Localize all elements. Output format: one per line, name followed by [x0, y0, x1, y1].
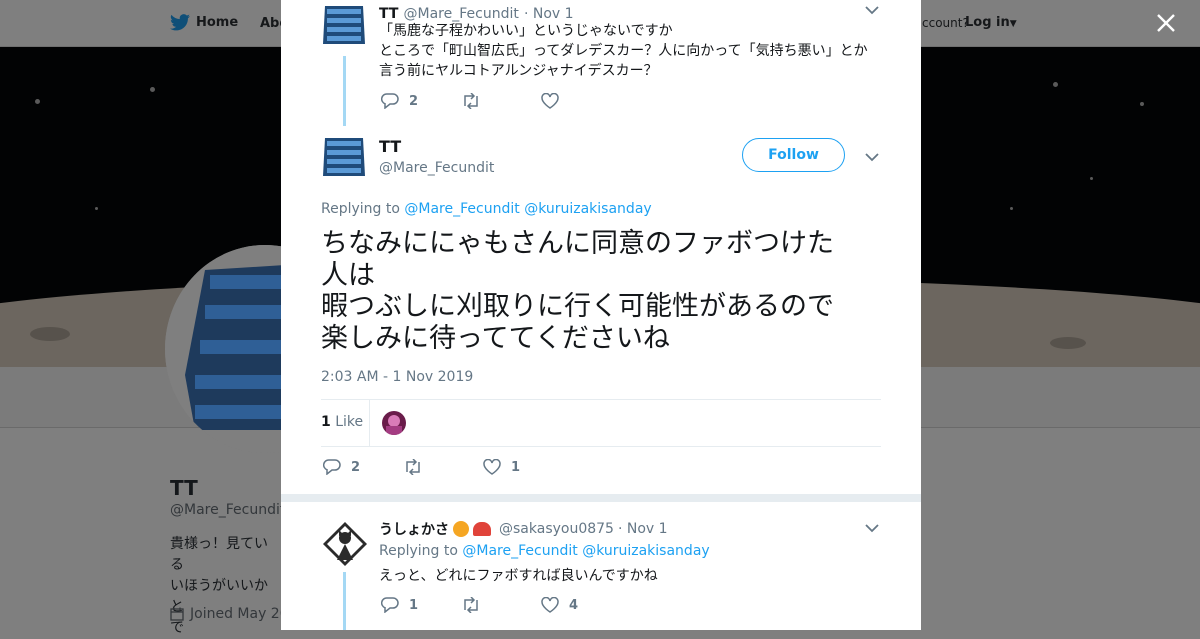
tweet-text: えっと、どれにファボすれば良いんですかね: [379, 568, 658, 584]
like-button[interactable]: [541, 93, 559, 109]
tweet-line: ちなみににゃもさんに同意のファボつけた: [321, 228, 834, 259]
heart-icon: [483, 459, 501, 475]
joined-label: Joined May 20: [190, 606, 289, 622]
avatar[interactable]: [321, 134, 367, 180]
retweet-icon: [406, 459, 420, 475]
mention-link[interactable]: @Mare_Fecundit: [404, 201, 519, 217]
likes-stat[interactable]: 1 Like: [321, 414, 363, 430]
author-name[interactable]: TT: [379, 6, 398, 22]
replying-to: Replying to @Mare_Fecundit @kuruizakisan…: [321, 201, 652, 217]
author-name[interactable]: うしょかさ: [379, 519, 449, 539]
like-count: 1: [511, 459, 521, 475]
divider: [321, 399, 881, 400]
divider: [321, 446, 881, 447]
author-handle[interactable]: @sakasyou0875: [499, 521, 614, 537]
tweet-header: TT @Mare_Fecundit · Nov 1: [379, 3, 574, 22]
reply-count: 2: [409, 93, 419, 109]
tweet-line: 暇つぶしに刈取りに行く可能性があるので: [321, 291, 834, 322]
mention-link[interactable]: @Mare_Fecundit: [462, 543, 577, 559]
nav-home[interactable]: Home: [170, 14, 238, 31]
tweet-line: 人は: [321, 259, 375, 291]
tweet-line: 言う前にヤルコトアルンジャナイデスカー？: [379, 63, 658, 79]
like-button[interactable]: 4: [541, 597, 578, 613]
tweet-line: ところで「町山智広氏」ってダレデスカー？人に向かって「気持ち悪い」とか: [379, 43, 868, 59]
retweet-icon: [464, 597, 478, 613]
chevron-down-icon[interactable]: [865, 522, 879, 537]
reply-button[interactable]: 2: [323, 459, 360, 475]
nav-login[interactable]: Log in▼: [965, 15, 1017, 30]
avatar[interactable]: [321, 2, 367, 48]
flame-icon: [453, 521, 469, 537]
heart-icon: [541, 93, 559, 109]
replying-prefix: Replying to: [379, 543, 458, 559]
chevron-down-icon[interactable]: [865, 4, 879, 19]
reply-button[interactable]: 2: [381, 93, 418, 109]
author-handle[interactable]: @Mare_Fecundit: [404, 6, 519, 22]
tweet-timestamp[interactable]: 2:03 AM - 1 Nov 2019: [321, 369, 473, 385]
reply-icon: [323, 459, 341, 475]
divider: [369, 400, 370, 446]
profile-handle: @Mare_Fecundit: [170, 502, 286, 518]
retweet-button[interactable]: [461, 93, 481, 109]
reply-count: 2: [351, 459, 361, 475]
caret-down-icon: ▼: [1009, 19, 1017, 29]
tweet-line: 「馬鹿な子程かわいい」というじゃないですか: [379, 23, 673, 39]
replying-prefix: Replying to: [321, 201, 400, 217]
profile-name: TT: [170, 476, 198, 500]
bio-line: 貴様っ！見ている: [170, 536, 268, 573]
tweet-header: うしょかさ @sakasyou0875 · Nov 1: [379, 519, 668, 539]
login-label: Log in: [965, 15, 1010, 30]
liker-avatar[interactable]: [382, 411, 406, 435]
tweet-text: 「馬鹿な子程かわいい」というじゃないですか ところで「町山智広氏」ってダレデスカ…: [379, 21, 889, 81]
profile-bio: 貴様っ！見ている いほうがいいかと で: [170, 534, 280, 639]
thread-line: [343, 572, 346, 630]
retweet-icon: [464, 93, 478, 109]
mention-link[interactable]: @kuruizakisanday: [582, 543, 710, 559]
like-count: 4: [569, 597, 579, 613]
tweet-date[interactable]: · Nov 1: [618, 521, 668, 537]
reply-icon: [381, 597, 399, 613]
tweet-modal: TT @Mare_Fecundit · Nov 1 「馬鹿な子程かわいい」という…: [281, 0, 921, 630]
like-button[interactable]: 1: [483, 459, 520, 475]
reply-count: 1: [409, 597, 419, 613]
author-name[interactable]: TT: [379, 137, 401, 156]
chevron-down-icon[interactable]: [865, 151, 879, 166]
reply-icon: [381, 93, 399, 109]
likes-count: 1: [321, 414, 331, 430]
main-tweet-text: ちなみににゃもさんに同意のファボつけた 人は 暇つぶしに刈取りに行く可能性がある…: [321, 228, 881, 354]
thread-line: [343, 56, 346, 126]
likes-label: Like: [335, 414, 364, 430]
retweet-button[interactable]: [403, 459, 423, 475]
close-icon[interactable]: [1153, 11, 1179, 37]
shrimp-icon: [473, 522, 491, 536]
retweet-button[interactable]: [461, 597, 481, 613]
avatar[interactable]: [321, 520, 367, 566]
section-separator: [281, 494, 921, 502]
replying-to: Replying to @Mare_Fecundit @kuruizakisan…: [379, 543, 710, 559]
author-handle[interactable]: @Mare_Fecundit: [379, 160, 494, 176]
nav-account-prompt: ccount?: [922, 16, 969, 30]
heart-icon: [541, 597, 559, 613]
twitter-bird-icon: [170, 14, 190, 31]
tweet-line: 楽しみに待っててくださいね: [321, 322, 670, 354]
mention-link[interactable]: @kuruizakisanday: [524, 201, 652, 217]
follow-button[interactable]: Follow: [742, 138, 845, 172]
tweet-date[interactable]: · Nov 1: [524, 6, 574, 22]
nav-home-label: Home: [196, 15, 239, 30]
reply-button[interactable]: 1: [381, 597, 418, 613]
calendar-icon: [170, 607, 184, 621]
profile-joined: Joined May 20: [170, 606, 289, 622]
